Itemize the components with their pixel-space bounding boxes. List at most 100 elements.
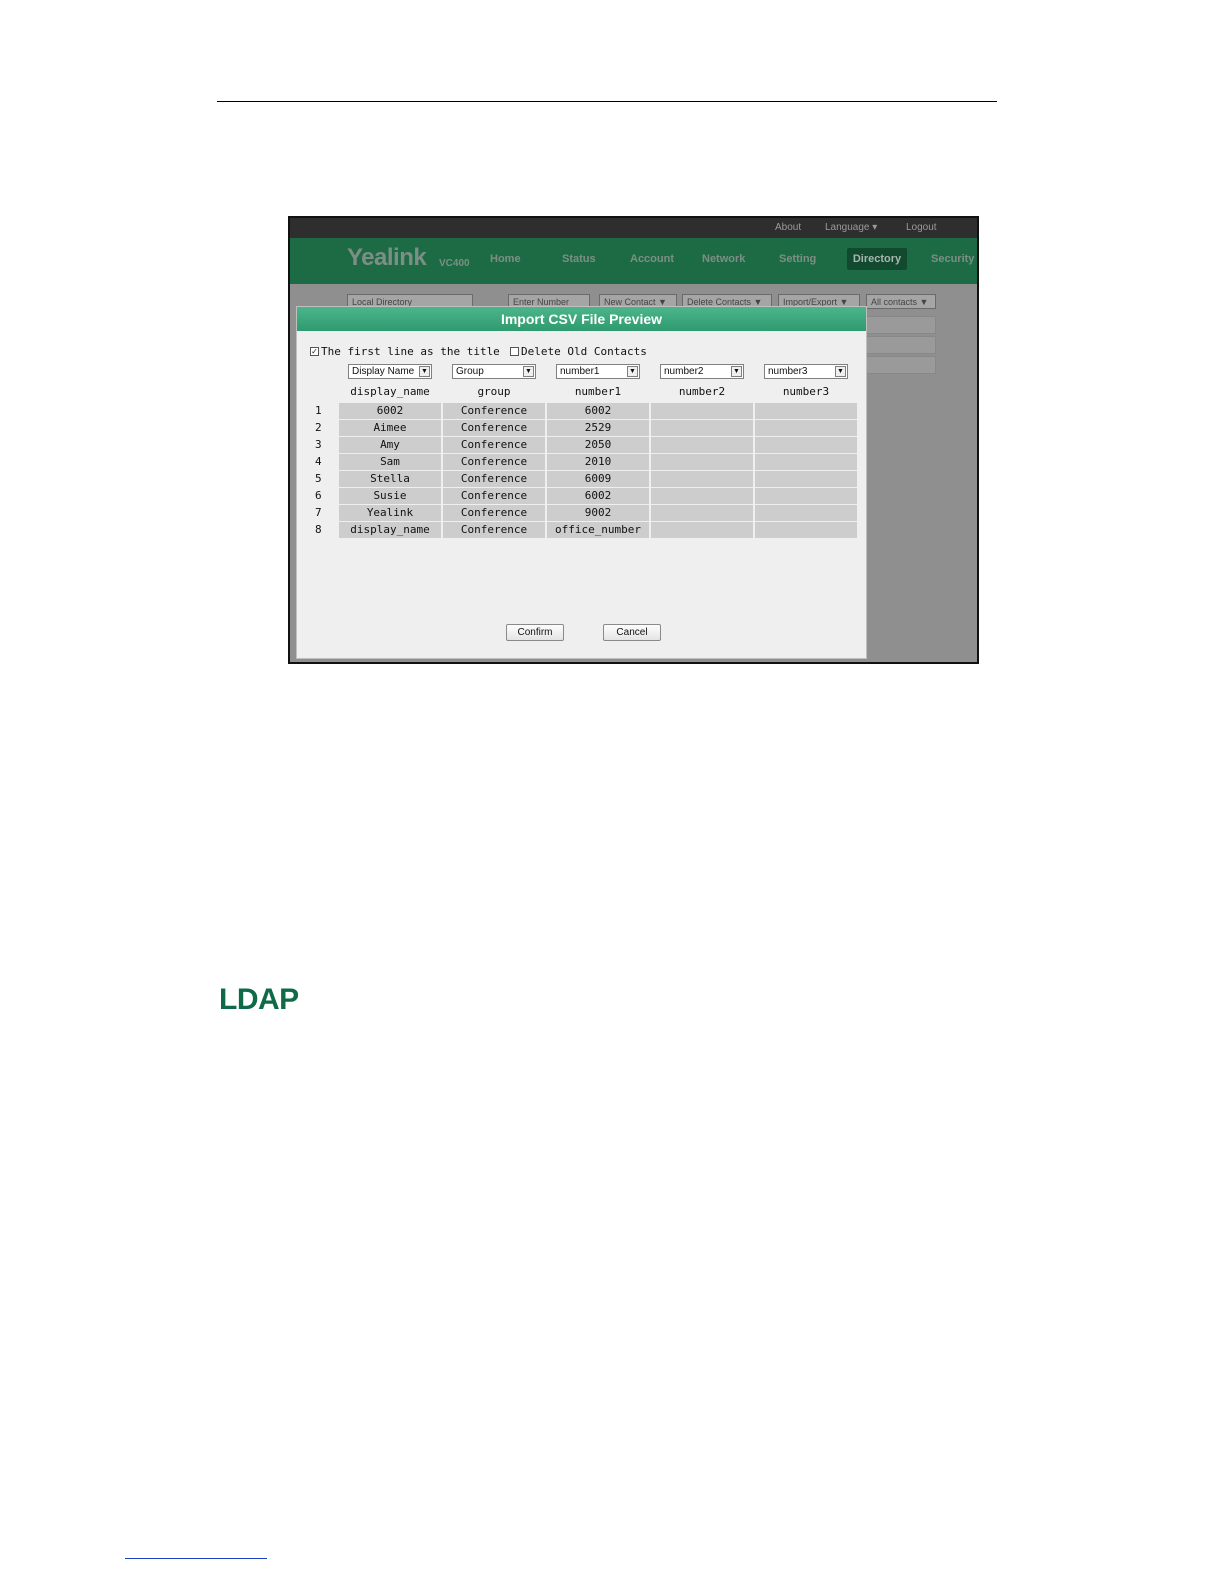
table-cell: display_name	[339, 522, 441, 538]
first-line-title-checkbox[interactable]: ✓	[310, 347, 319, 356]
nav-directory[interactable]: Directory	[847, 248, 907, 270]
table-cell: Susie	[339, 488, 441, 504]
chevron-down-icon: ▼	[419, 366, 430, 377]
nav-home[interactable]: Home	[490, 253, 521, 265]
import-csv-dialog: Import CSV File Preview ✓ The first line…	[296, 306, 867, 659]
table-cell: Conference	[443, 403, 545, 419]
table-cell	[651, 488, 753, 504]
nav-account[interactable]: Account	[630, 253, 674, 265]
table-row: 5 Stella Conference 6009	[297, 471, 866, 487]
top-bar: About Language ▾ Logout	[290, 218, 977, 238]
table-cell	[651, 420, 753, 436]
nav-network[interactable]: Network	[702, 253, 745, 265]
section-heading: LDAP	[219, 983, 299, 1016]
table-cell: Amy	[339, 437, 441, 453]
mapping-select-number2[interactable]: number2 ▼	[660, 364, 744, 379]
table-row: 4 Sam Conference 2010	[297, 454, 866, 470]
table-row: 2 Aimee Conference 2529	[297, 420, 866, 436]
table-cell: Conference	[443, 471, 545, 487]
background-list-row	[866, 356, 936, 374]
table-row: 3 Amy Conference 2050	[297, 437, 866, 453]
chevron-down-icon: ▼	[835, 366, 846, 377]
table-cell	[755, 505, 857, 521]
table-cell: 2010	[547, 454, 649, 470]
table-cell: 2529	[547, 420, 649, 436]
background-list-row	[866, 336, 936, 354]
table-cell: Yealink	[339, 505, 441, 521]
table-row: 7 Yealink Conference 9002	[297, 505, 866, 521]
cancel-button[interactable]: Cancel	[603, 624, 661, 641]
table-cell: 6002	[547, 488, 649, 504]
table-cell	[651, 437, 753, 453]
table-cell	[755, 471, 857, 487]
table-cell	[755, 522, 857, 538]
table-cell: Aimee	[339, 420, 441, 436]
table-cell: Stella	[339, 471, 441, 487]
brand-model: VC400	[439, 258, 470, 269]
row-number: 6	[315, 489, 322, 502]
table-cell: Conference	[443, 454, 545, 470]
row-number: 2	[315, 421, 322, 434]
mapping-select-number1[interactable]: number1 ▼	[556, 364, 640, 379]
row-number: 3	[315, 438, 322, 451]
nav-status[interactable]: Status	[562, 253, 596, 265]
row-number: 4	[315, 455, 322, 468]
table-cell	[755, 420, 857, 436]
table-cell	[755, 454, 857, 470]
nav-setting[interactable]: Setting	[779, 253, 816, 265]
logout-link[interactable]: Logout	[906, 222, 937, 233]
mapping-select-display-name[interactable]: Display Name ▼	[348, 364, 432, 379]
table-cell: Sam	[339, 454, 441, 470]
chevron-down-icon: ▼	[627, 366, 638, 377]
table-cell: Conference	[443, 420, 545, 436]
row-number: 7	[315, 506, 322, 519]
table-cell: 2050	[547, 437, 649, 453]
row-number: 8	[315, 523, 322, 536]
row-number: 5	[315, 472, 322, 485]
confirm-button[interactable]: Confirm	[506, 624, 564, 641]
table-cell	[755, 437, 857, 453]
page-header-rule	[217, 101, 997, 102]
table-row: 1 6002 Conference 6002	[297, 403, 866, 419]
table-cell: office_number	[547, 522, 649, 538]
table-cell	[755, 488, 857, 504]
dialog-title: Import CSV File Preview	[297, 307, 866, 331]
column-header: group	[477, 385, 511, 398]
chevron-down-icon: ▼	[731, 366, 742, 377]
table-cell: 6002	[339, 403, 441, 419]
mapping-select-number3[interactable]: number3 ▼	[764, 364, 848, 379]
table-cell	[651, 505, 753, 521]
nav-security[interactable]: Security	[931, 253, 974, 265]
language-menu[interactable]: Language ▾	[825, 222, 877, 233]
table-cell: Conference	[443, 522, 545, 538]
table-cell: 9002	[547, 505, 649, 521]
row-number: 1	[315, 404, 322, 417]
column-header: number1	[574, 385, 622, 398]
table-cell	[755, 403, 857, 419]
table-cell: Conference	[443, 437, 545, 453]
table-row: 6 Susie Conference 6002	[297, 488, 866, 504]
table-cell: Conference	[443, 505, 545, 521]
table-cell	[651, 454, 753, 470]
table-cell	[651, 471, 753, 487]
footer-link-underline[interactable]	[125, 1558, 267, 1559]
table-row: 8 display_name Conference office_number	[297, 522, 866, 538]
brand-logo: Yealink	[347, 244, 427, 271]
delete-old-contacts-checkbox[interactable]	[510, 347, 519, 356]
first-line-title-label: The first line as the title	[321, 345, 500, 358]
all-contacts-filter[interactable]: All contacts ▼	[866, 294, 936, 309]
table-cell: 6009	[547, 471, 649, 487]
about-link[interactable]: About	[775, 222, 801, 233]
table-cell: Conference	[443, 488, 545, 504]
mapping-select-group[interactable]: Group ▼	[452, 364, 536, 379]
delete-old-contacts-label: Delete Old Contacts	[521, 345, 647, 358]
table-cell	[651, 403, 753, 419]
table-cell	[651, 522, 753, 538]
column-header: number3	[782, 385, 830, 398]
web-ui-screenshot: About Language ▾ Logout Yealink VC400 Ho…	[288, 216, 979, 664]
column-header: display_name	[350, 385, 430, 398]
background-list-row	[866, 316, 936, 334]
table-cell: 6002	[547, 403, 649, 419]
chevron-down-icon: ▼	[523, 366, 534, 377]
column-header: number2	[678, 385, 726, 398]
